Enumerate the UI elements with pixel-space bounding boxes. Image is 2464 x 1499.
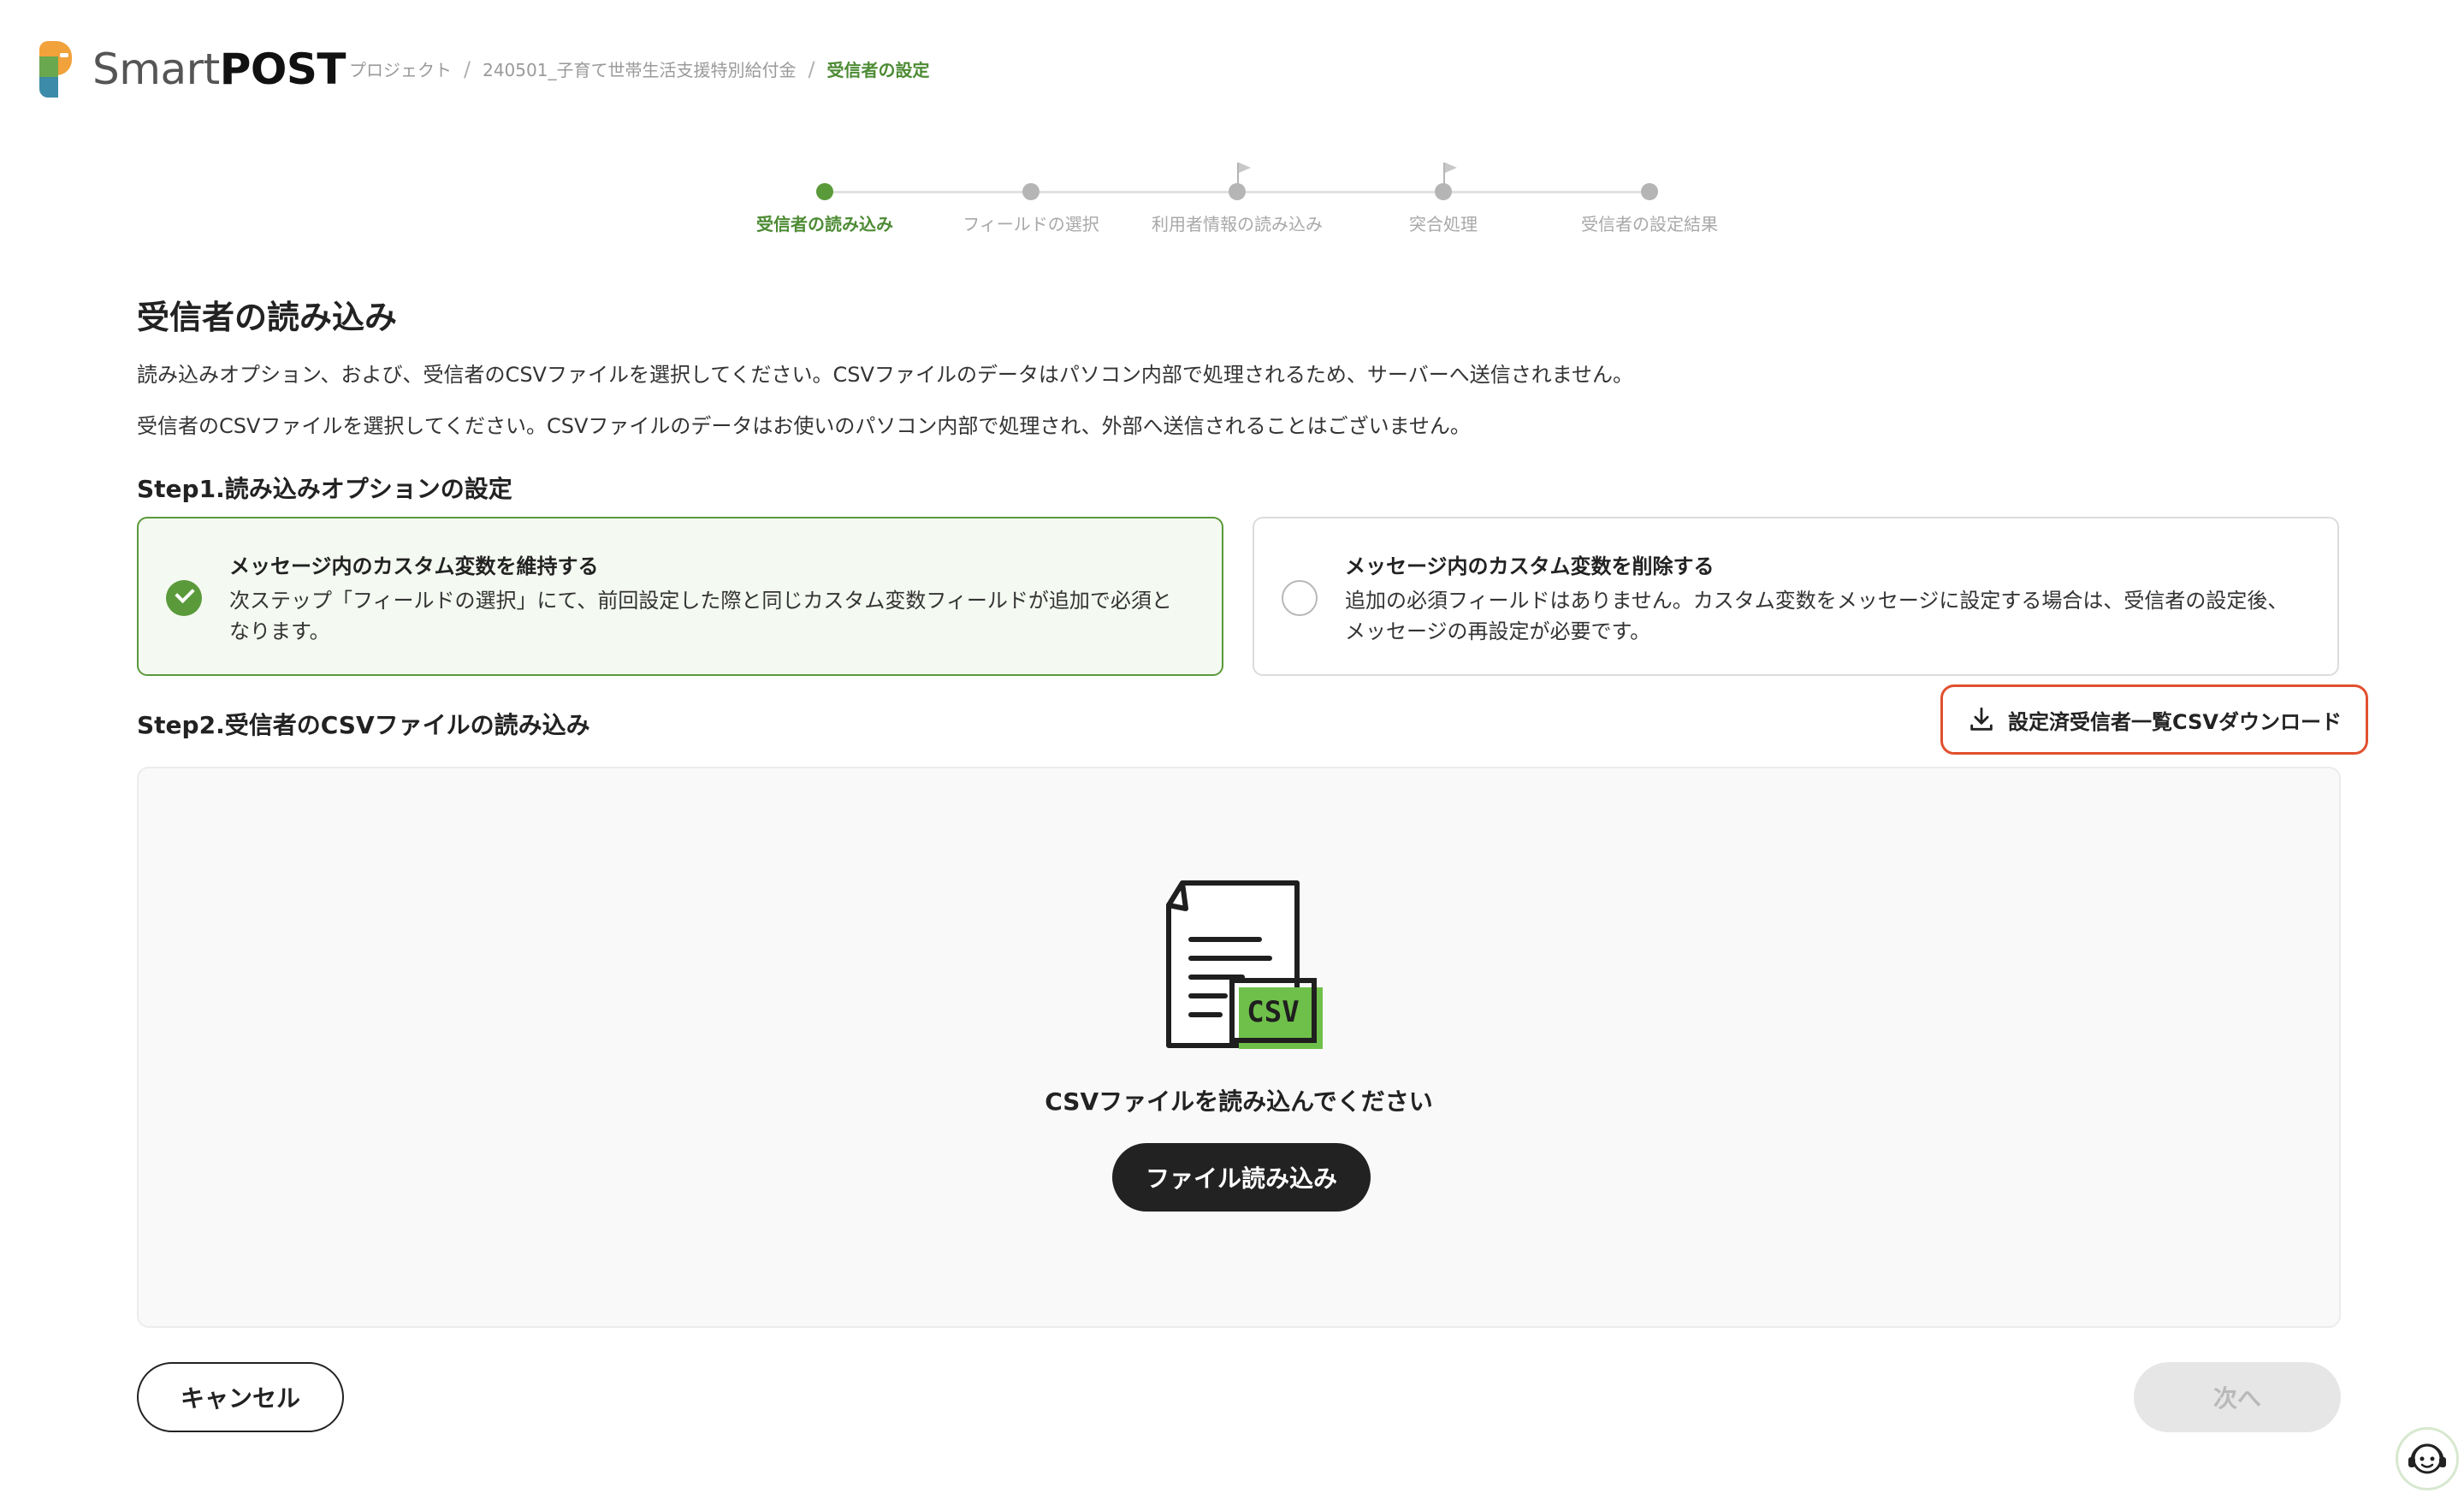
next-button[interactable]: 次へ	[2134, 1362, 2341, 1432]
download-csv-label: 設定済受信者一覧CSVダウンロード	[2008, 709, 2342, 734]
step-label: 突合処理	[1409, 214, 1478, 234]
support-headset-icon	[2408, 1443, 2446, 1474]
file-load-button[interactable]: ファイル読み込み	[1112, 1143, 1371, 1212]
page-title: 受信者の読み込み	[137, 299, 398, 336]
csv-dropzone[interactable]: CSV CSVファイルを読み込んでください ファイル読み込み	[137, 767, 2341, 1328]
radio-circle-icon[interactable]	[1282, 580, 1318, 616]
option-delete-custom-variables[interactable]: メッセージ内のカスタム変数を削除する 追加の必須フィールドはありません。カスタム…	[1253, 517, 2339, 676]
step-dot	[1229, 183, 1246, 200]
breadcrumb: プロジェクト / 240501_子育て世帯生活支援特別給付金 / 受信者の設定	[349, 56, 930, 81]
flag-icon	[1443, 163, 1457, 185]
step-dot	[816, 183, 833, 200]
progress-stepper: 受信者の読み込み フィールドの選択 利用者情報の読み込み 突合処理 受信者の設定…	[727, 159, 1805, 245]
option-description: 追加の必須フィールドはありません。カスタム変数をメッセージに設定する場合は、受信…	[1345, 589, 2289, 643]
step-label: 利用者情報の読み込み	[1152, 214, 1323, 234]
breadcrumb-project[interactable]: プロジェクト	[349, 56, 452, 81]
step-label: 受信者の設定結果	[1581, 214, 1718, 234]
download-icon	[1970, 707, 1993, 731]
breadcrumb-current: 受信者の設定	[826, 60, 930, 80]
option-title: メッセージ内のカスタム変数を維持する	[229, 554, 599, 578]
step-dot	[1022, 183, 1040, 200]
csv-file-icon: CSV	[1166, 880, 1323, 1049]
step-label: フィールドの選択	[962, 214, 1099, 234]
cancel-button[interactable]: キャンセル	[137, 1362, 344, 1432]
logo-text: SmartPOST	[92, 44, 346, 94]
page-description: 読み込みオプション、および、受信者のCSVファイルを選択してください。CSVファ…	[137, 363, 1633, 387]
check-circle-icon[interactable]	[166, 580, 202, 616]
breadcrumb-separator: /	[464, 56, 471, 81]
step-label: 受信者の読み込み	[756, 214, 893, 234]
step2-heading: Step2.受信者のCSVファイルの読み込み	[137, 711, 590, 739]
breadcrumb-project-name[interactable]: 240501_子育て世帯生活支援特別給付金	[483, 56, 796, 81]
breadcrumb-separator: /	[808, 56, 815, 81]
download-csv-button[interactable]: 設定済受信者一覧CSVダウンロード	[1940, 684, 2368, 755]
logo-mark-icon	[39, 41, 75, 98]
csv-badge-text: CSV	[1247, 995, 1299, 1029]
support-chat-button[interactable]	[2396, 1427, 2459, 1490]
step-dot	[1641, 183, 1658, 200]
page-description-secondary: 受信者のCSVファイルを選択してください。CSVファイルのデータはお使いのパソコ…	[137, 414, 1471, 438]
dropzone-prompt: CSVファイルを読み込んでください	[1045, 1087, 1433, 1116]
option-keep-custom-variables[interactable]: メッセージ内のカスタム変数を維持する 次ステップ「フィールドの選択」にて、前回設…	[137, 517, 1223, 676]
step-dot	[1435, 183, 1452, 200]
option-title: メッセージ内のカスタム変数を削除する	[1345, 554, 1715, 578]
step1-heading: Step1.読み込みオプションの設定	[137, 475, 512, 503]
smartpost-logo[interactable]: SmartPOST	[39, 41, 346, 98]
option-description: 次ステップ「フィールドの選択」にて、前回設定した際と同じカスタム変数フィールドが…	[229, 589, 1172, 643]
flag-icon	[1237, 163, 1251, 185]
